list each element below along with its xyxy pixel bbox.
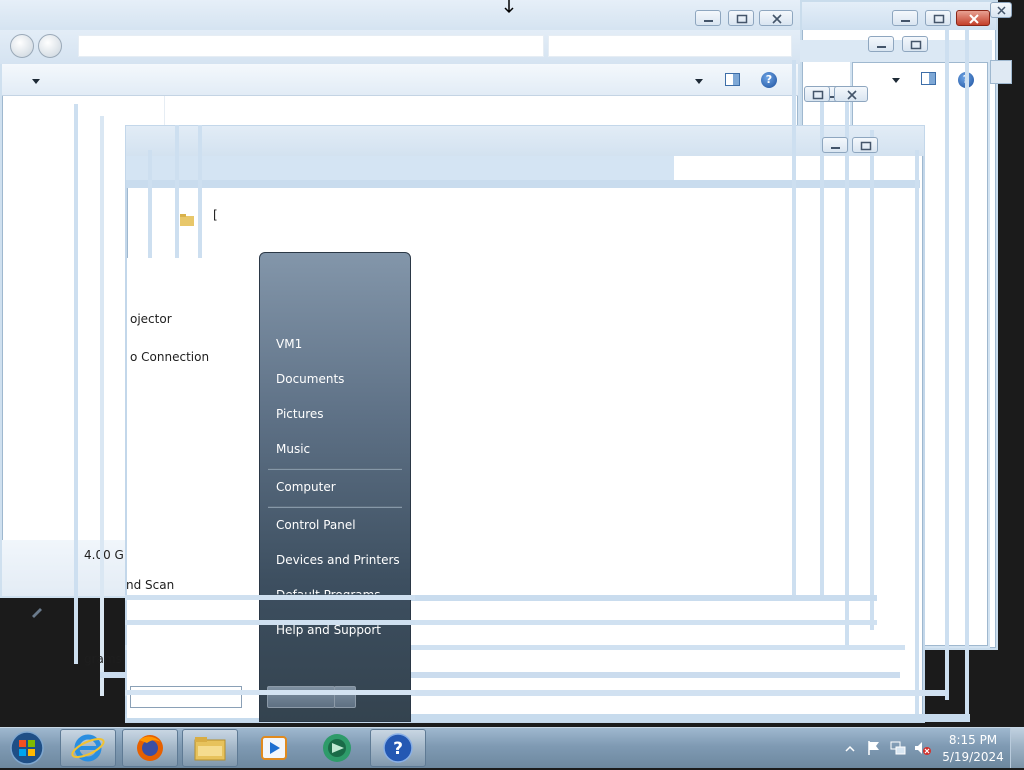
maximize-button[interactable] (902, 36, 928, 52)
close-icon (997, 6, 1006, 15)
maximize-icon (860, 141, 872, 151)
help-icon: ? (383, 733, 413, 763)
maximize-icon (933, 14, 945, 24)
command-bar (2, 64, 798, 96)
maximize-button[interactable] (728, 10, 754, 26)
taskbar-help[interactable]: ? (370, 729, 426, 767)
view-dropdown-icon[interactable] (693, 75, 705, 85)
action-center-flag-icon[interactable] (866, 740, 882, 756)
start-menu-computer[interactable]: Computer (276, 480, 336, 494)
pen-icon (30, 604, 44, 618)
maximize-icon (812, 90, 824, 100)
volume-muted-icon[interactable] (914, 740, 932, 756)
forward-button[interactable] (38, 34, 62, 58)
taskbar-internet-explorer[interactable] (60, 729, 116, 767)
taskbar-file-explorer[interactable] (182, 729, 238, 767)
close-icon (847, 90, 857, 100)
minimize-icon (901, 20, 910, 22)
start-menu-user-vm1[interactable]: VM1 (276, 337, 302, 351)
minimize-button[interactable] (695, 10, 721, 26)
maximize-icon (736, 14, 748, 24)
start-menu-item-scan[interactable]: nd Scan (126, 578, 174, 592)
explorer-titlebar (0, 0, 800, 34)
start-menu-devices-and-printers[interactable]: Devices and Printers (276, 553, 400, 567)
start-menu-item-projector[interactable]: ojector (130, 312, 172, 326)
close-button[interactable] (956, 10, 990, 26)
maximize-button[interactable] (852, 137, 878, 153)
internet-explorer-icon (71, 734, 105, 762)
minimize-button[interactable] (822, 137, 848, 153)
bracket-fragment: [ (213, 208, 218, 222)
clock-date[interactable]: 5/19/2024 (938, 750, 1008, 764)
start-menu-music[interactable]: Music (276, 442, 310, 456)
maximize-button[interactable] (804, 86, 830, 102)
mouse-cursor-icon (503, 0, 515, 14)
taskbar-firefox[interactable] (122, 729, 178, 767)
taskbar-green-app[interactable] (314, 729, 360, 767)
help-icon[interactable]: ? (761, 72, 777, 88)
file-explorer-icon (194, 737, 226, 761)
maximize-button[interactable] (925, 10, 951, 26)
green-app-icon (323, 734, 351, 762)
show-hidden-icons-button[interactable] (845, 743, 855, 753)
network-icon[interactable] (890, 740, 906, 756)
start-menu-left-pane (127, 258, 261, 718)
search-input[interactable] (548, 35, 792, 57)
folder-icon (180, 214, 194, 226)
start-menu-separator (268, 468, 402, 469)
maximize-icon (910, 40, 922, 50)
close-icon (772, 14, 782, 24)
close-button-secondary[interactable] (990, 2, 1012, 18)
taskbar-media-player[interactable] (252, 729, 296, 767)
close-icon (969, 14, 979, 24)
address-bar[interactable] (78, 35, 544, 57)
start-menu-separator (268, 506, 402, 507)
minimize-icon (877, 46, 886, 48)
organize-dropdown-icon[interactable] (30, 75, 42, 85)
firefox-icon (137, 735, 163, 761)
minimize-icon (831, 147, 840, 149)
show-desktop-button[interactable] (1010, 728, 1024, 768)
start-menu-pictures[interactable]: Pictures (276, 407, 324, 421)
minimize-button[interactable] (892, 10, 918, 26)
start-orb[interactable] (6, 729, 48, 767)
preview-pane-icon[interactable] (724, 72, 742, 88)
start-menu-documents[interactable]: Documents (276, 372, 344, 386)
close-button[interactable] (834, 86, 868, 102)
minimize-icon (704, 20, 713, 22)
back-button[interactable] (10, 34, 34, 58)
start-menu-item-connection[interactable]: o Connection (130, 350, 209, 364)
start-menu-help-and-support[interactable]: Help and Support (276, 623, 381, 637)
start-menu-item-programs[interactable]: grams (84, 652, 122, 666)
svg-text:?: ? (393, 739, 403, 759)
clock-time[interactable]: 8:15 PM (938, 733, 1008, 747)
start-menu-control-panel[interactable]: Control Panel (276, 518, 356, 532)
minimize-button[interactable] (868, 36, 894, 52)
preview-pane-icon[interactable] (920, 71, 938, 87)
view-dropdown-icon[interactable] (890, 74, 902, 84)
close-button[interactable] (759, 10, 793, 26)
media-player-icon (261, 736, 287, 760)
